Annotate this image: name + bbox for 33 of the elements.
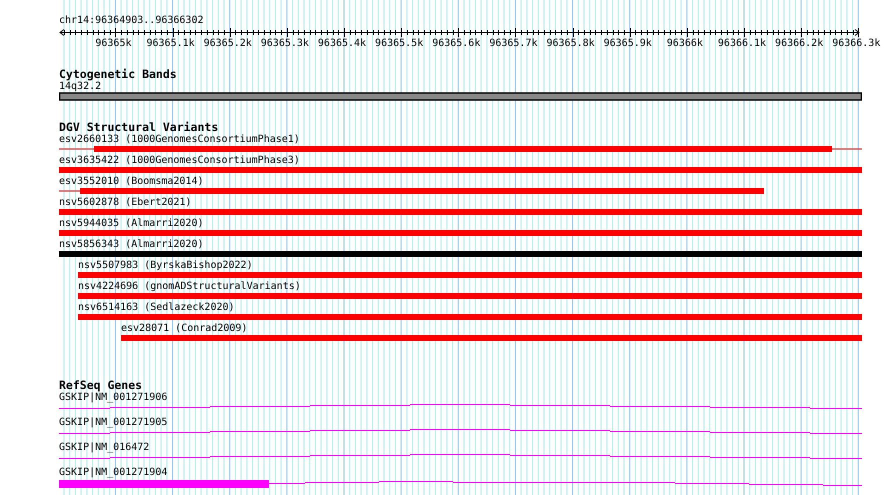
track-title: Cytogenetic Bands bbox=[59, 68, 178, 81]
track-title: DGV Structural Variants bbox=[59, 121, 220, 134]
ruler-label: 96366.3k bbox=[832, 38, 880, 49]
ruler-label: 96365.9k bbox=[604, 38, 652, 49]
ruler-label: 96365.1k bbox=[146, 38, 195, 49]
feature-label: nsv5944035 (Almarri2020) bbox=[59, 218, 204, 229]
feature-label: esv3552010 (Boomsma2014) bbox=[59, 176, 204, 187]
feature-label: GSKIP|NM_016472 bbox=[59, 442, 150, 453]
ruler-label: 96365.4k bbox=[318, 38, 366, 49]
feature-label: nsv5507983 (ByrskaBishop2022) bbox=[78, 260, 254, 271]
ruler-label: 96366.1k bbox=[718, 38, 766, 49]
ruler-label: 96365.8k bbox=[546, 38, 595, 49]
feature-label: nsv6514163 (Sedlazeck2020) bbox=[78, 302, 236, 313]
ruler-label: 96365.2k bbox=[204, 38, 252, 49]
ruler-label: 96365.5k bbox=[375, 38, 424, 49]
ruler-label: 96366.2k bbox=[775, 38, 824, 49]
feature-label: nsv5856343 (Almarri2020) bbox=[59, 239, 204, 250]
ruler-label: 96365.3k bbox=[260, 38, 309, 49]
feature-label: nsv5602878 (Ebert2021) bbox=[59, 197, 192, 208]
ruler-label: 96365.7k bbox=[489, 38, 538, 49]
ruler-label: 96365.6k bbox=[432, 38, 480, 49]
feature-label: nsv4224696 (gnomADStructuralVariants) bbox=[78, 281, 302, 292]
ruler-label: 96365k bbox=[95, 38, 132, 49]
ruler-label: 96366k bbox=[666, 38, 703, 49]
feature-label: 14q32.2 bbox=[59, 81, 102, 92]
location-label: chr14:96364903..96366302 bbox=[59, 14, 204, 27]
track-title: RefSeq Genes bbox=[59, 379, 144, 392]
feature-label: esv28071 (Conrad2009) bbox=[121, 323, 248, 334]
feature-label: esv2660133 (1000GenomesConsortiumPhase1) bbox=[59, 134, 301, 145]
feature-label: esv3635422 (1000GenomesConsortiumPhase3) bbox=[59, 155, 301, 166]
feature-label: GSKIP|NM_001271906 bbox=[59, 392, 168, 403]
feature-label: GSKIP|NM_001271904 bbox=[59, 467, 168, 478]
feature-label: GSKIP|NM_001271905 bbox=[59, 417, 168, 428]
